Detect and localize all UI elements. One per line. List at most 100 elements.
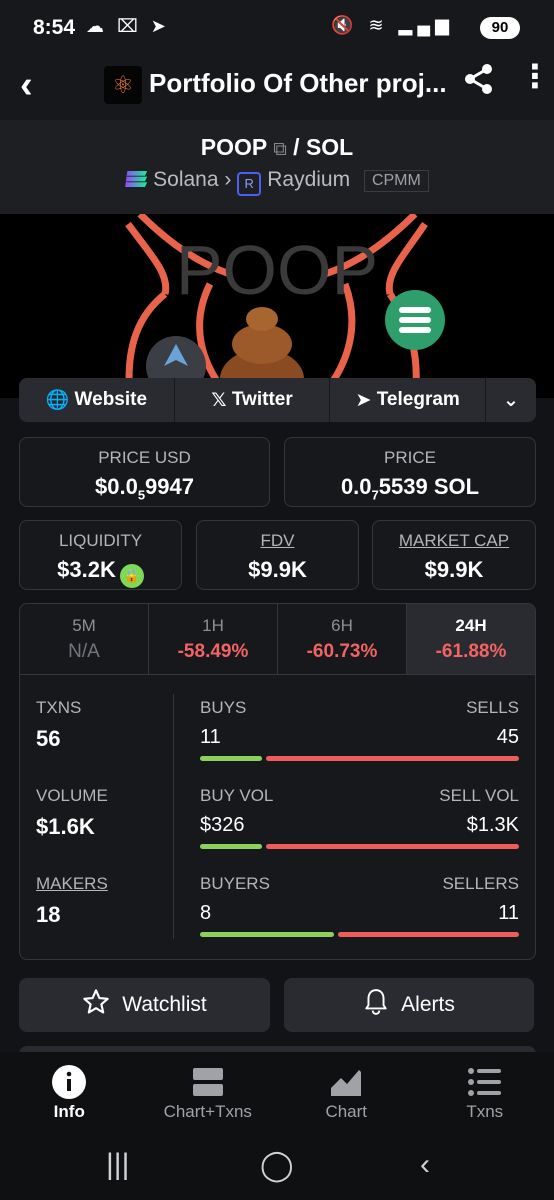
sell-vol-value: $1.3K: [466, 814, 519, 836]
quote-token: SOL: [305, 134, 354, 160]
timeframe-stats-panel: 5M N/A 1H -58.49% 6H -60.73% 24H -61.88%…: [19, 603, 536, 960]
nav-chart-txns[interactable]: Chart+Txns: [139, 1052, 278, 1138]
info-icon: [0, 1062, 139, 1102]
sellers-value: 11: [498, 902, 519, 924]
makers-label[interactable]: MAKERS: [36, 874, 108, 894]
nav-chart-label: Chart: [325, 1102, 368, 1121]
system-icons: 🔇 ≋ ▂▄▆: [331, 15, 454, 35]
fdv-label[interactable]: FDV: [197, 531, 358, 551]
globe-icon: 🌐: [45, 390, 75, 411]
website-label: Website: [74, 389, 148, 410]
chart-icon: [277, 1062, 416, 1102]
telegram-icon: ➤: [355, 389, 377, 411]
buy-vol-label: BUY VOL: [200, 786, 274, 805]
nav-chart-txns-label: Chart+Txns: [163, 1102, 252, 1121]
back-icon[interactable]: ‹: [20, 64, 33, 107]
volume-value: $1.6K: [36, 814, 95, 839]
txns-label: TXNS: [36, 698, 82, 717]
price-native-value: 0.075539 SOL: [340, 474, 480, 503]
twitter-button[interactable]: 𝕏 Twitter: [175, 378, 331, 422]
share-icon[interactable]: [463, 62, 495, 105]
nav-chart[interactable]: Chart: [277, 1052, 416, 1138]
alerts-button[interactable]: Alerts: [284, 978, 534, 1032]
status-time: 8:54: [33, 16, 76, 39]
back-nav-icon[interactable]: ‹: [420, 1148, 430, 1182]
nav-info-label: Info: [53, 1102, 85, 1121]
social-links-bar: 🌐 Website 𝕏 Twitter ➤ Telegram ⌄: [19, 378, 536, 422]
liquidity-card: LIQUIDITY $3.2K 🔒: [19, 520, 182, 590]
metrics-divider: [173, 694, 174, 939]
battery-indicator: 90: [480, 17, 520, 39]
chain-dex-row: Solana › R Raydium CPMM: [0, 168, 554, 196]
tab-6h-label: 6H: [331, 616, 353, 635]
more-options-icon[interactable]: ⋮: [519, 60, 551, 92]
buys-value: 11: [200, 726, 221, 748]
tab-5m-change: N/A: [68, 641, 100, 662]
sellers-label: SELLERS: [442, 874, 519, 893]
timeframe-tabs: 5M N/A 1H -58.49% 6H -60.73% 24H -61.88%: [20, 604, 535, 675]
telegram-label: Telegram: [376, 389, 460, 410]
tab-1h[interactable]: 1H -58.49%: [149, 604, 278, 674]
market-cap-card: MARKET CAP $9.9K: [372, 520, 536, 590]
sellers-bar: [338, 932, 519, 937]
sells-label: SELLS: [466, 698, 519, 717]
banner-title: POOP: [176, 231, 378, 309]
watchlist-button[interactable]: Watchlist: [19, 978, 270, 1032]
solana-icon: [125, 171, 148, 187]
buys-bar: [200, 756, 262, 761]
tab-5m-label: 5M: [72, 616, 96, 635]
tab-24h[interactable]: 24H -61.88%: [407, 604, 535, 674]
price-usd-value: $0.059947: [94, 474, 194, 503]
x-icon: 𝕏: [211, 389, 232, 411]
buyers-bar: [200, 932, 334, 937]
tab-6h-change: -60.73%: [306, 641, 378, 662]
volume-label: VOLUME: [36, 786, 108, 805]
twitter-label: Twitter: [231, 389, 293, 410]
home-icon[interactable]: ◯: [260, 1148, 294, 1183]
app-bar: ‹ ⚛ Portfolio Of Other proj... ⋮: [0, 56, 554, 120]
nav-info[interactable]: Info: [0, 1052, 139, 1138]
pool-type-badge: CPMM: [363, 170, 429, 192]
pair-header: POOP ⧉ / SOL Solana › R Raydium CPMM: [0, 120, 554, 214]
chain-name[interactable]: Solana: [153, 168, 218, 191]
price-usd-card: PRICE USD $0.059947: [19, 437, 270, 507]
bottom-navigation: Info Chart+Txns Chart Txns: [0, 1052, 554, 1138]
token-logo: ⚛: [104, 66, 142, 104]
market-cap-label[interactable]: MARKET CAP: [373, 531, 535, 551]
tab-24h-label: 24H: [455, 616, 487, 635]
star-icon: [82, 988, 110, 1022]
lock-icon[interactable]: 🔒: [119, 564, 144, 588]
tab-6h[interactable]: 6H -60.73%: [278, 604, 407, 674]
notification-icons: ☁ ⌧ ➤: [86, 16, 170, 36]
tab-5m[interactable]: 5M N/A: [20, 604, 149, 674]
base-token: POOP: [200, 134, 267, 160]
watchlist-label: Watchlist: [122, 993, 207, 1016]
telegram-button[interactable]: ➤ Telegram: [330, 378, 487, 422]
sell-vol-bar: [266, 844, 519, 849]
more-links-button[interactable]: ⌄: [486, 378, 536, 422]
sells-bar: [266, 756, 519, 761]
dex-name[interactable]: Raydium: [267, 168, 350, 191]
liquidity-label: LIQUIDITY: [58, 531, 143, 550]
raydium-icon: R: [237, 172, 262, 196]
sells-value: 45: [496, 726, 519, 748]
makers-value: 18: [36, 902, 61, 927]
nav-txns-label: Txns: [466, 1102, 504, 1121]
nav-txns[interactable]: Txns: [416, 1052, 554, 1138]
alerts-label: Alerts: [401, 993, 455, 1016]
price-usd-label: PRICE USD: [98, 448, 191, 467]
tab-24h-change: -61.88%: [435, 641, 507, 662]
buyers-value: 8: [200, 902, 212, 924]
app-title: Portfolio Of Other proj...: [149, 68, 447, 98]
buy-vol-value: $326: [200, 814, 245, 836]
pair-name: POOP ⧉ / SOL: [0, 134, 554, 161]
recents-icon[interactable]: |||: [106, 1148, 129, 1182]
website-button[interactable]: 🌐 Website: [19, 378, 175, 422]
token-banner: POOP: [0, 214, 554, 398]
list-icon: [416, 1062, 554, 1102]
fdv-value: $9.9K: [248, 557, 307, 582]
price-native-label: PRICE: [384, 448, 436, 467]
buyers-label: BUYERS: [200, 874, 270, 893]
copy-icon[interactable]: ⧉: [273, 139, 287, 160]
bell-icon: [363, 988, 389, 1022]
